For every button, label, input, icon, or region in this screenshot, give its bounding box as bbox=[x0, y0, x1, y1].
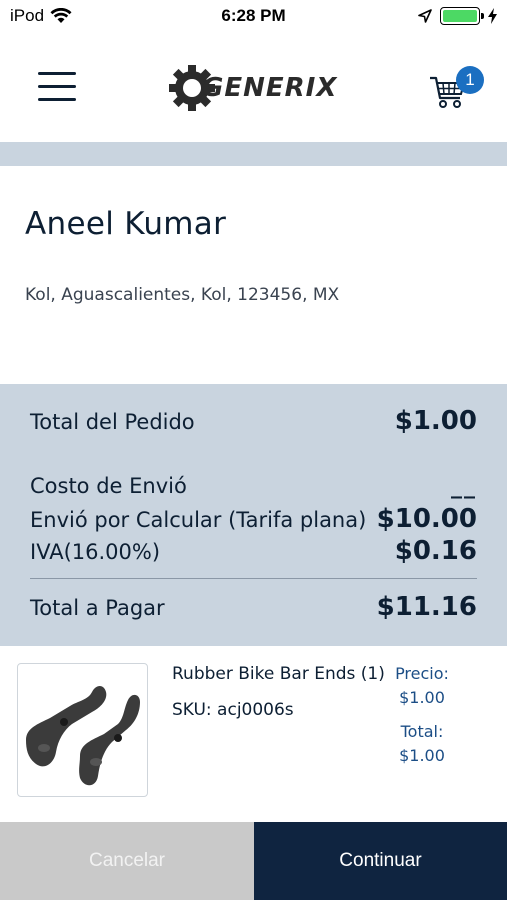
brand-logo: GENERIX bbox=[168, 60, 346, 116]
unit-price: Precio: $1.00 bbox=[377, 662, 467, 710]
battery-icon bbox=[440, 7, 484, 25]
shipping-cost-value: __ bbox=[451, 474, 477, 499]
header-divider bbox=[0, 142, 507, 166]
logo-text: GENERIX bbox=[202, 73, 338, 103]
summary-divider bbox=[30, 578, 477, 579]
bike-bar-ends-image bbox=[26, 686, 140, 786]
shipping-rate-row: Envió por Calcular (Tarifa plana) $10.00 bbox=[30, 504, 477, 534]
charging-bolt-icon bbox=[488, 8, 497, 24]
shipping-rate-value: $10.00 bbox=[376, 504, 477, 534]
line-total: Total: $1.00 bbox=[377, 720, 467, 768]
grand-total-value: $11.16 bbox=[376, 592, 477, 622]
app-header: GENERIX 1 bbox=[0, 34, 507, 142]
status-right bbox=[418, 7, 497, 25]
customer-address: Kol, Aguascalientes, Kol, 123456, MX bbox=[25, 285, 340, 305]
tax-row: IVA(16.00%) $0.16 bbox=[30, 536, 477, 566]
grand-total-row: Total a Pagar $11.16 bbox=[30, 592, 477, 622]
product-image bbox=[17, 663, 148, 797]
product-item: Rubber Bike Bar Ends (1) SKU: acj0006s P… bbox=[0, 646, 507, 822]
status-bar: iPod 6:28 PM bbox=[0, 0, 507, 34]
shipping-cost-label: Costo de Envió bbox=[30, 474, 187, 498]
menu-icon[interactable] bbox=[38, 72, 76, 102]
shipping-cost-row: Costo de Envió __ bbox=[30, 474, 477, 499]
cart-count-badge: 1 bbox=[456, 66, 484, 94]
shipping-rate-label: Envió por Calcular (Tarifa plana) bbox=[30, 508, 367, 532]
location-arrow-icon bbox=[418, 9, 432, 23]
grand-total-label: Total a Pagar bbox=[30, 596, 165, 620]
product-sku: SKU: acj0006s bbox=[172, 700, 294, 720]
cart-button[interactable]: 1 bbox=[426, 64, 486, 112]
tax-label: IVA(16.00%) bbox=[30, 540, 161, 564]
order-summary: Total del Pedido $1.00 Costo de Envió __… bbox=[0, 384, 507, 646]
product-name: Rubber Bike Bar Ends (1) bbox=[172, 664, 385, 684]
order-total-value: $1.00 bbox=[394, 406, 477, 436]
order-total-label: Total del Pedido bbox=[30, 410, 195, 434]
customer-name: Aneel Kumar bbox=[25, 206, 227, 242]
cancel-button[interactable]: Cancelar bbox=[0, 822, 254, 900]
continue-button[interactable]: Continuar bbox=[254, 822, 507, 900]
order-total-row: Total del Pedido $1.00 bbox=[30, 406, 477, 436]
tax-value: $0.16 bbox=[394, 536, 477, 566]
unit-price-label: Precio: bbox=[395, 664, 449, 683]
unit-price-value: $1.00 bbox=[399, 688, 445, 707]
line-total-label: Total: bbox=[400, 722, 444, 741]
line-total-value: $1.00 bbox=[399, 746, 445, 765]
